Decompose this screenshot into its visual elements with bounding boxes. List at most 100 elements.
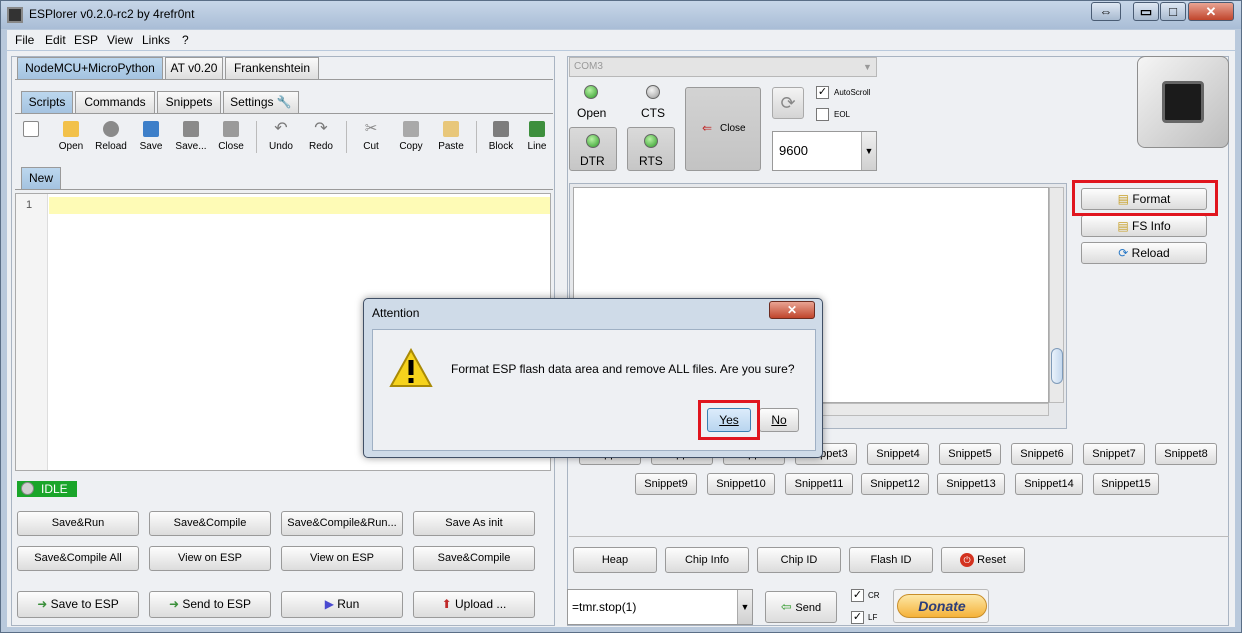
close-port-button[interactable]: ⇐ Close [685,87,761,171]
tab-nodemcu[interactable]: NodeMCU+MicroPython [17,57,163,79]
tab-scripts[interactable]: Scripts [21,91,73,113]
dialog-title: Attention [372,306,420,320]
line-gutter [16,194,48,470]
menu-file[interactable]: File [15,33,34,47]
snippet-button[interactable]: Snippet4 [867,443,929,465]
donate-button[interactable]: Donate [897,594,987,618]
dialog-message: Format ESP flash data area and remove AL… [451,362,795,376]
snippet-button[interactable]: Snippet13 [937,473,1005,495]
save-run-button[interactable]: Save&Run [17,511,139,536]
toolbar-paste[interactable]: Paste [431,121,471,157]
snippet-button[interactable]: Snippet14 [1015,473,1083,495]
autoscroll-checkbox[interactable]: ✓ [816,86,829,99]
port-select[interactable]: COM3 [569,57,877,77]
status-led-icon [21,482,34,495]
snippet-button[interactable]: Snippet11 [785,473,853,495]
snippet-button[interactable]: Snippet7 [1083,443,1145,465]
heap-button[interactable]: Heap [573,547,657,573]
tab-snippets[interactable]: Snippets [157,91,221,113]
save-to-esp-button[interactable]: ➜ Save to ESP [17,591,139,618]
command-input[interactable]: =tmr.stop(1) [567,589,753,625]
copy-icon [403,121,419,137]
view-on-esp-button-2[interactable]: View on ESP [281,546,403,571]
toolbar-copy[interactable]: Copy [391,121,431,157]
fs-info-button[interactable]: ▤ FS Info [1081,215,1207,237]
cts-label: CTS [641,106,665,120]
snippet-button[interactable]: Snippet9 [635,473,697,495]
eol-checkbox[interactable] [816,108,829,121]
send-arrow-icon: ⇦ [780,599,796,614]
send-button[interactable]: ⇦ Send [765,591,837,623]
toolbar-new[interactable] [11,121,51,157]
tab-file-new[interactable]: New [21,167,61,189]
reset-button[interactable]: ⏻ Reset [941,547,1025,573]
no-button[interactable]: No [759,408,799,432]
window-title: ESPlorer v0.2.0-rc2 by 4refr0nt [29,7,195,21]
toolbar-save-as[interactable]: Save... [171,121,211,157]
save-compile-button-2[interactable]: Save&Compile [413,546,535,571]
tab-settings[interactable]: Settings 🔧 [223,91,299,113]
toolbar-undo[interactable]: ↶ Undo [261,121,301,157]
save-as-icon [183,121,199,137]
menu-esp[interactable]: ESP [74,33,98,47]
status-badge: IDLE [17,481,77,497]
toolbar-save[interactable]: Save [131,121,171,157]
dialog-close-icon[interactable]: ✕ [769,301,815,319]
restore-icon[interactable]: ⇔ [1091,2,1121,21]
snippet-button[interactable]: Snippet12 [861,473,929,495]
cr-checkbox[interactable]: ✓ [851,589,864,602]
tab-commands[interactable]: Commands [75,91,155,113]
toolbar-redo[interactable]: ↷ Redo [301,121,341,157]
close-file-icon [223,121,239,137]
snippet-button[interactable]: Snippet8 [1155,443,1217,465]
send-arrow-icon: ➜ [168,597,183,611]
tab-frankenshtein[interactable]: Frankenshtein [225,57,319,79]
snippet-button[interactable]: Snippet6 [1011,443,1073,465]
open-label[interactable]: Open [577,106,606,120]
title-bar: ESPlorer v0.2.0-rc2 by 4refr0nt ⇔ ▭ □ ✕ [1,1,1241,29]
snippet-button[interactable]: Snippet5 [939,443,1001,465]
toolbar-open[interactable]: Open [51,121,91,157]
maximize-icon[interactable]: □ [1160,2,1186,21]
lf-checkbox[interactable]: ✓ [851,611,864,624]
toolbar-line[interactable]: Line [521,121,553,157]
wrench-icon: 🔧 [276,95,292,109]
snippet-button[interactable]: Snippet15 [1093,473,1159,495]
scrollbar-thumb[interactable] [1051,348,1063,384]
snippet-button[interactable]: Snippet10 [707,473,775,495]
rts-toggle[interactable]: RTS [627,127,675,171]
menu-edit[interactable]: Edit [45,33,66,47]
dtr-toggle[interactable]: DTR [569,127,617,171]
chip-id-button[interactable]: Chip ID [757,547,841,573]
menu-links[interactable]: Links [142,33,170,47]
view-on-esp-button[interactable]: View on ESP [149,546,271,571]
save-as-init-button[interactable]: Save As init [413,511,535,536]
save-compile-run-button[interactable]: Save&Compile&Run... [281,511,403,536]
chevron-down-icon[interactable]: ▼ [737,590,752,624]
upload-button[interactable]: ⬆ Upload ... [413,591,535,618]
chip-info-button[interactable]: Chip Info [665,547,749,573]
menu-view[interactable]: View [107,33,133,47]
tab-at[interactable]: AT v0.20 [165,57,223,79]
run-button[interactable]: ▶ Run [281,591,403,618]
close-window-icon[interactable]: ✕ [1188,2,1234,21]
cts-led-icon [646,85,660,99]
send-to-esp-button[interactable]: ➜ Send to ESP [149,591,271,618]
save-compile-button[interactable]: Save&Compile [149,511,271,536]
lf-label: LF [868,613,878,622]
minimize-icon[interactable]: ▭ [1133,2,1159,21]
toolbar-block[interactable]: Block [481,121,521,157]
reload-fs-button[interactable]: ⟳ Reload [1081,242,1207,264]
eol-label: EOL [834,110,851,119]
refresh-ports-icon[interactable]: ⟳ [772,87,804,119]
flash-id-button[interactable]: Flash ID [849,547,933,573]
cr-label: CR [868,591,880,600]
save-compile-all-button[interactable]: Save&Compile All [17,546,139,571]
terminal-scrollbar[interactable] [1049,187,1064,403]
menu-help[interactable]: ? [182,33,189,47]
toolbar-cut[interactable]: ✂ Cut [351,121,391,157]
autoscroll-label: AutoScroll [834,88,871,97]
toolbar-close[interactable]: Close [211,121,251,157]
toolbar-reload[interactable]: Reload [91,121,131,157]
info-icon: ▤ [1117,219,1132,233]
